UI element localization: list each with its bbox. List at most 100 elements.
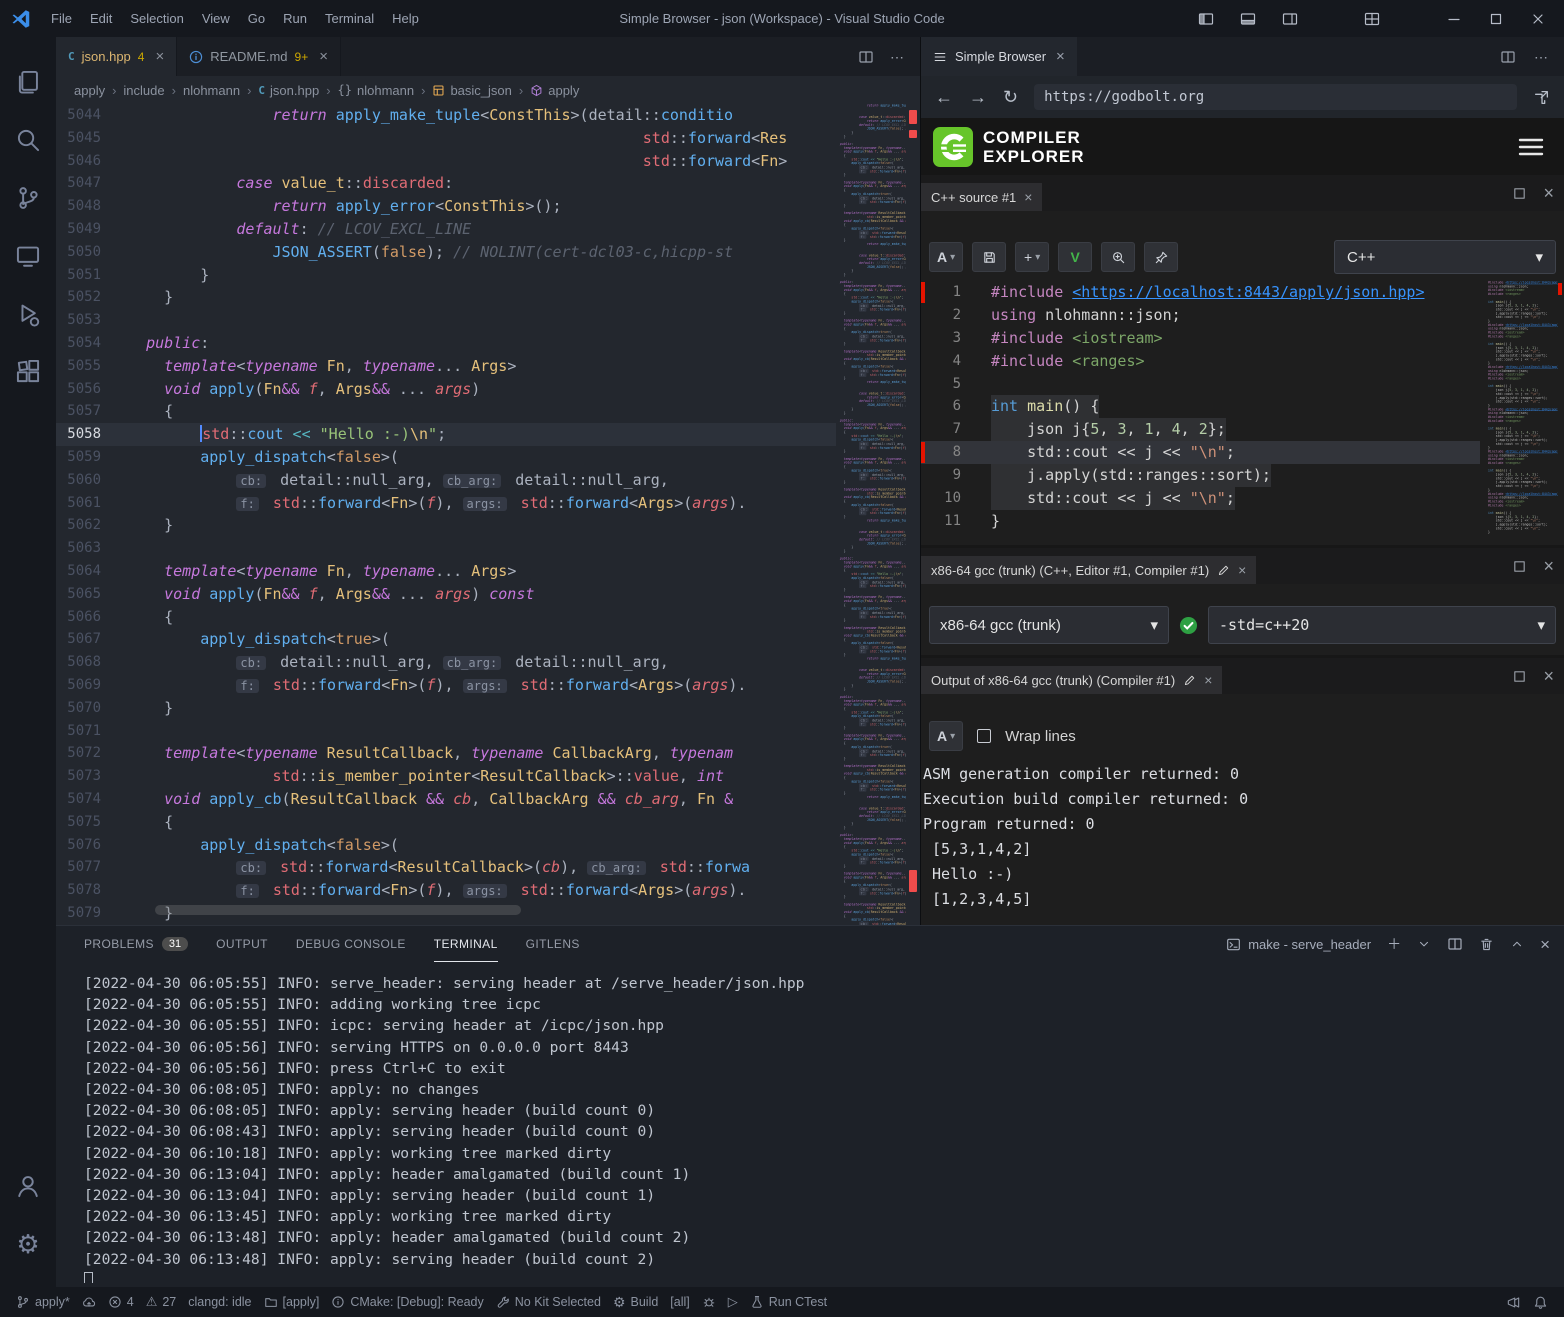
code-line[interactable]: 5057 { <box>56 400 836 423</box>
overview-ruler[interactable] <box>906 104 920 925</box>
language-select[interactable]: C++▾ <box>1334 240 1556 274</box>
close-pane-icon[interactable]: × <box>1543 557 1554 575</box>
maximize-pane-icon[interactable] <box>1512 559 1527 574</box>
browser-code-line[interactable]: 9 j.apply(std::ranges::sort); <box>921 464 1480 487</box>
browser-minimap[interactable]: #include <https://localhost:8443/apply/j… <box>1488 281 1558 537</box>
menu-run[interactable]: Run <box>274 0 316 37</box>
browser-code-line[interactable]: 2using nlohmann::json; <box>921 304 1480 327</box>
toggle-panel-icon[interactable] <box>1240 11 1256 27</box>
compiler-explorer-logo[interactable] <box>933 127 973 167</box>
close-window-icon[interactable] <box>1530 11 1546 27</box>
vim-mode-button[interactable]: V <box>1058 242 1092 272</box>
code-line[interactable]: 5069 f: std::forward<Fn>(f), args: std::… <box>56 674 836 697</box>
breadcrumb-item-nlohmann[interactable]: nlohmann <box>183 83 240 98</box>
split-terminal-icon[interactable] <box>1447 936 1463 952</box>
back-icon[interactable]: ← <box>935 87 953 108</box>
remote-explorer-icon[interactable] <box>0 227 56 285</box>
menu-view[interactable]: View <box>193 0 239 37</box>
breadcrumb-item-apply[interactable]: apply <box>530 83 579 98</box>
menu-help[interactable]: Help <box>383 0 428 37</box>
status-publish-changes[interactable] <box>76 1295 102 1309</box>
code-line[interactable]: 5046 std::forward<Fn> <box>56 150 836 173</box>
browser-code-line[interactable]: 4#include <ranges> <box>921 350 1480 373</box>
output-pane-tab[interactable]: Output of x86-64 gcc (trunk) (Compiler #… <box>921 666 1222 694</box>
close-tab-icon[interactable]: × <box>155 48 164 65</box>
code-line[interactable]: 5074 void apply_cb(ResultCallback && cb,… <box>56 788 836 811</box>
code-line[interactable]: 5077 cb: std::forward<ResultCallback>(cb… <box>56 856 836 879</box>
code-line[interactable]: 5070 } <box>56 697 836 720</box>
zoom-button[interactable] <box>1101 242 1135 272</box>
browser-code-line[interactable]: 5 <box>921 373 1480 396</box>
rename-pane-icon[interactable] <box>1183 674 1196 687</box>
close-panel-icon[interactable]: × <box>1540 936 1550 953</box>
close-browser-tab-icon[interactable]: × <box>1056 48 1065 65</box>
code-line[interactable]: 5053 <box>56 309 836 332</box>
search-icon[interactable] <box>0 111 56 169</box>
new-terminal-icon[interactable]: ＋ <box>1387 937 1401 951</box>
breadcrumb-item-basic_json[interactable]: basic_json <box>432 83 511 98</box>
code-line[interactable]: 5066 { <box>56 606 836 629</box>
minimap[interactable]: return apply_make_tuple<ConstThis>(detai… <box>836 104 906 925</box>
code-line[interactable]: 5047 case value_t::discarded: <box>56 172 836 195</box>
status-errors-count[interactable]: 4 <box>102 1295 140 1309</box>
code-line[interactable]: 5072 template<typename ResultCallback, t… <box>56 742 836 765</box>
accounts-icon[interactable] <box>0 1157 56 1215</box>
editor-tab-json.hpp[interactable]: Cjson.hpp4× <box>56 37 177 76</box>
code-line[interactable]: 5049 default: // LCOV_EXCL_LINE <box>56 218 836 241</box>
terminal-dropdown-icon[interactable] <box>1417 937 1431 951</box>
code-line[interactable]: 5067 apply_dispatch<true>( <box>56 628 836 651</box>
editor-tab-README.md[interactable]: README.md9+× <box>177 37 341 76</box>
status-cmake-project[interactable]: [apply] <box>258 1295 326 1309</box>
code-line[interactable]: 5045 std::forward<Res <box>56 127 836 150</box>
url-input[interactable]: https://godbolt.org <box>1034 84 1517 110</box>
source-control-icon[interactable] <box>0 169 56 227</box>
browser-code-line[interactable]: 7 json j{5, 3, 1, 4, 2}; <box>921 418 1480 441</box>
panel-tab-output[interactable]: OUTPUT <box>216 926 268 962</box>
code-line[interactable]: 5068 cb: detail::null_arg, cb_arg: detai… <box>56 651 836 674</box>
hamburger-menu-icon[interactable] <box>1518 137 1552 157</box>
extensions-icon[interactable] <box>0 343 56 401</box>
pin-button[interactable] <box>1144 242 1178 272</box>
breadcrumb-item-include[interactable]: include <box>123 83 164 98</box>
close-compiler-tab-icon[interactable]: × <box>1238 562 1246 578</box>
maximize-pane-icon[interactable] <box>1512 669 1527 684</box>
close-pane-icon[interactable]: × <box>1543 184 1554 202</box>
code-line[interactable]: 5076 apply_dispatch<false>( <box>56 834 836 857</box>
status-cmake-build-target[interactable]: [all] <box>664 1295 695 1309</box>
close-pane-icon[interactable]: × <box>1543 667 1554 685</box>
menu-terminal[interactable]: Terminal <box>316 0 383 37</box>
minimize-icon[interactable] <box>1446 11 1462 27</box>
close-tab-icon[interactable]: × <box>319 48 328 65</box>
close-output-tab-icon[interactable]: × <box>1204 672 1212 688</box>
toggle-sidebar-icon[interactable] <box>1198 11 1214 27</box>
editor-more-actions-icon[interactable]: ⋯ <box>890 50 904 64</box>
browser-code-line[interactable]: 8 std::cout << j << "\n"; <box>921 441 1480 464</box>
source-pane-tab[interactable]: C++ source #1 × <box>921 183 1042 211</box>
run-debug-icon[interactable] <box>0 285 56 343</box>
panel-tab-terminal[interactable]: TERMINAL <box>434 926 498 962</box>
font-size-button[interactable]: A▾ <box>929 242 963 272</box>
menu-edit[interactable]: Edit <box>81 0 121 37</box>
panel-tab-problems[interactable]: PROBLEMS31 <box>84 926 188 962</box>
font-size-button[interactable]: A▾ <box>929 721 963 751</box>
status-run-ctest[interactable]: Run CTest <box>744 1295 833 1309</box>
status-git-branch[interactable]: apply* <box>10 1295 76 1309</box>
customize-layout-icon[interactable] <box>1364 11 1380 27</box>
split-editor-icon[interactable] <box>858 49 874 65</box>
code-line[interactable]: 5064 template<typename Fn, typename... A… <box>56 560 836 583</box>
browser-code-line[interactable]: 11} <box>921 510 1480 533</box>
browser-code-line[interactable]: 3#include <iostream> <box>921 327 1480 350</box>
code-line[interactable]: 5078 f: std::forward<Fn>(f), args: std::… <box>56 879 836 902</box>
code-editor[interactable]: 5044 return apply_make_tuple<ConstThis>(… <box>56 104 920 925</box>
code-line[interactable]: 5071 <box>56 720 836 743</box>
status-warnings-count[interactable]: ⚠27 <box>140 1294 183 1310</box>
save-button[interactable] <box>972 242 1006 272</box>
add-button[interactable]: +▾ <box>1015 242 1049 272</box>
code-line[interactable]: 5058 std::cout << "Hello :-)\n"; <box>56 423 836 446</box>
menu-file[interactable]: File <box>42 0 81 37</box>
browser-code-line[interactable]: 10 std::cout << j << "\n"; <box>921 487 1480 510</box>
menu-go[interactable]: Go <box>239 0 274 37</box>
code-line[interactable]: 5051 } <box>56 264 836 287</box>
code-line[interactable]: 5048 return apply_error<ConstThis>(); <box>56 195 836 218</box>
panel-tab-gitlens[interactable]: GITLENS <box>526 926 580 962</box>
